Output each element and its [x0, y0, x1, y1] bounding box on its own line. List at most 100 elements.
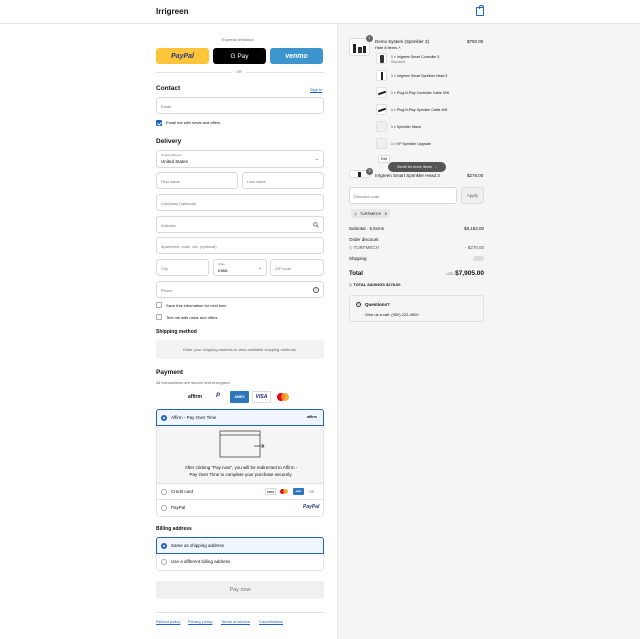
shopping-bag-icon[interactable]: [476, 5, 484, 16]
chevron-down-icon: ⌄: [314, 156, 319, 162]
affirm-option[interactable]: Affirm - Pay Over Time affirm: [156, 409, 324, 426]
discount-tag: ◇ TURFMECH ✕: [351, 209, 391, 218]
paypal-radio[interactable]: [161, 505, 167, 511]
email-placeholder: Email: [161, 104, 172, 109]
save-info-checkbox[interactable]: [156, 302, 162, 308]
text-me-checkbox[interactable]: [156, 314, 162, 320]
discount-code-field[interactable]: Discount code: [349, 187, 457, 204]
payment-subtitle: All transactions are secure and encrypte…: [156, 380, 231, 385]
privacy-policy-link[interactable]: Privacy policy: [188, 619, 212, 624]
state-select[interactable]: State Iowa ⌄: [213, 259, 267, 276]
total-value: $7,905.00: [455, 270, 484, 277]
terms-of-service-link[interactable]: Terms of service: [221, 619, 250, 624]
browser-redirect-icon: [219, 430, 265, 458]
currency-label: USD: [446, 272, 454, 276]
pay-now-button[interactable]: Pay now: [156, 581, 324, 599]
chevron-down-icon: ⌄: [257, 265, 262, 271]
billing-heading: Billing address: [156, 526, 192, 532]
edit-bundle-button[interactable]: Edit: [378, 155, 390, 163]
credit-card-option[interactable]: Credit card VISA AMEX +3: [156, 484, 324, 500]
billing-different-radio[interactable]: [161, 559, 167, 565]
sign-in-link[interactable]: Sign in: [310, 87, 322, 92]
zip-field[interactable]: ZIP code: [270, 259, 324, 276]
address-field[interactable]: Address: [156, 216, 324, 233]
billing-different-label: Use a different billing address: [171, 559, 231, 564]
save-info-label: Save this information for next time: [166, 303, 227, 308]
company-field[interactable]: Company (optional): [156, 194, 324, 211]
affirm-radio[interactable]: [161, 415, 167, 421]
country-select[interactable]: Country/Region United States ⌄: [156, 150, 324, 168]
subtotal-label: Subtotal · 5 items: [349, 226, 385, 231]
company-placeholder: Company (optional): [161, 201, 196, 206]
state-label: State: [218, 262, 226, 266]
item-thumbnail-upgrade: [376, 138, 387, 149]
news-checkbox[interactable]: [156, 120, 162, 126]
total-savings: ◇ TOTAL SAVINGS $278.00: [349, 282, 401, 287]
contact-heading: Contact: [156, 85, 181, 92]
cancellations-link[interactable]: Cancellations: [259, 619, 283, 624]
gpay-label: G Pay: [230, 52, 249, 60]
paypal-logo: PayPal: [303, 504, 320, 510]
hide-items-toggle[interactable]: Hide 8 items ˄: [375, 45, 401, 50]
gpay-express-button[interactable]: G Pay: [213, 48, 266, 64]
paypal-label: PayPal: [171, 505, 186, 510]
brand-logo[interactable]: Irrigreen: [156, 7, 188, 16]
info-icon: i: [356, 302, 361, 307]
last-name-field[interactable]: Last name: [242, 172, 324, 189]
refund-policy-link[interactable]: Refund policy: [156, 619, 180, 624]
sub-item-label: 1 × Sprinkler Stand: [391, 125, 421, 129]
sub-item-label: 1 × Irrigreen Smart Controller 3: [391, 55, 440, 59]
amex-brand-icon: AMEX: [230, 391, 249, 403]
first-name-placeholder: First name: [161, 179, 180, 184]
shipping-method-placeholder: Enter your shipping address to view avai…: [156, 340, 324, 359]
venmo-express-button[interactable]: venmo: [270, 48, 323, 64]
apartment-field[interactable]: Apartment, suite, etc. (optional): [156, 237, 324, 254]
item-thumbnail-stand: [376, 121, 387, 132]
site-header: Irrigreen: [0, 0, 640, 24]
text-me-label: Text me with news and offers: [166, 315, 218, 320]
email-field[interactable]: Email: [156, 97, 324, 114]
amex-icon: AMEX: [293, 488, 304, 495]
billing-different-option[interactable]: Use a different billing address: [156, 554, 324, 571]
billing-same-label: Same as shipping address: [171, 543, 225, 548]
chevron-up-icon: ˄: [398, 45, 401, 50]
questions-box: i Questions? Give us a call: (952) 222-4…: [349, 295, 484, 322]
phone-placeholder: Phone: [161, 288, 173, 293]
billing-same-radio[interactable]: [161, 543, 167, 549]
paypal-brand-icon: P: [216, 393, 221, 399]
paypal-express-button[interactable]: PayPal: [156, 48, 209, 64]
help-icon[interactable]: ?: [313, 287, 319, 293]
affirm-note: After clicking "Pay now", you will be re…: [184, 465, 298, 477]
bundle-name: Demo System (Sprinkler 3): [375, 39, 430, 44]
paypal-option[interactable]: PayPal PayPal: [156, 500, 324, 517]
billing-same-option[interactable]: Same as shipping address: [156, 537, 324, 554]
remove-discount-icon[interactable]: ✕: [384, 211, 387, 216]
pay-now-label: Pay now: [229, 587, 251, 593]
tag-icon: ◇: [349, 282, 353, 287]
affirm-logo: affirm: [307, 415, 317, 419]
city-placeholder: City: [161, 266, 168, 271]
credit-card-radio[interactable]: [161, 489, 167, 495]
city-field[interactable]: City: [156, 259, 209, 276]
delivery-heading: Delivery: [156, 138, 182, 145]
discount-value: - $278.00: [464, 245, 484, 250]
total-savings-label: TOTAL SAVINGS: [353, 282, 385, 287]
credit-card-label: Credit card: [171, 489, 194, 494]
first-name-field[interactable]: First name: [156, 172, 238, 189]
item-thumbnail-sprinkler: [376, 70, 387, 81]
apply-button[interactable]: Apply: [461, 187, 484, 204]
or-divider-label: OR: [232, 69, 246, 74]
questions-body: Give us a call: (952) 222-4900: [365, 312, 419, 317]
country-value: United States: [161, 159, 189, 164]
phone-field[interactable]: Phone ?: [156, 281, 324, 298]
more-cards-badge: +3: [309, 489, 314, 494]
visa-brand-icon: VISA: [252, 391, 271, 403]
scroll-more-pill[interactable]: Scroll for more items ↓: [388, 162, 446, 172]
shipping-label: Shipping: [349, 256, 367, 261]
hide-items-label: Hide 8 items: [375, 45, 398, 50]
address-placeholder: Address: [161, 223, 176, 228]
state-value: Iowa: [218, 268, 228, 273]
mastercard-icon: [279, 488, 290, 495]
order-discount-label: Order discount: [349, 237, 379, 242]
total-row: Total USD $7,905.00: [349, 270, 484, 277]
